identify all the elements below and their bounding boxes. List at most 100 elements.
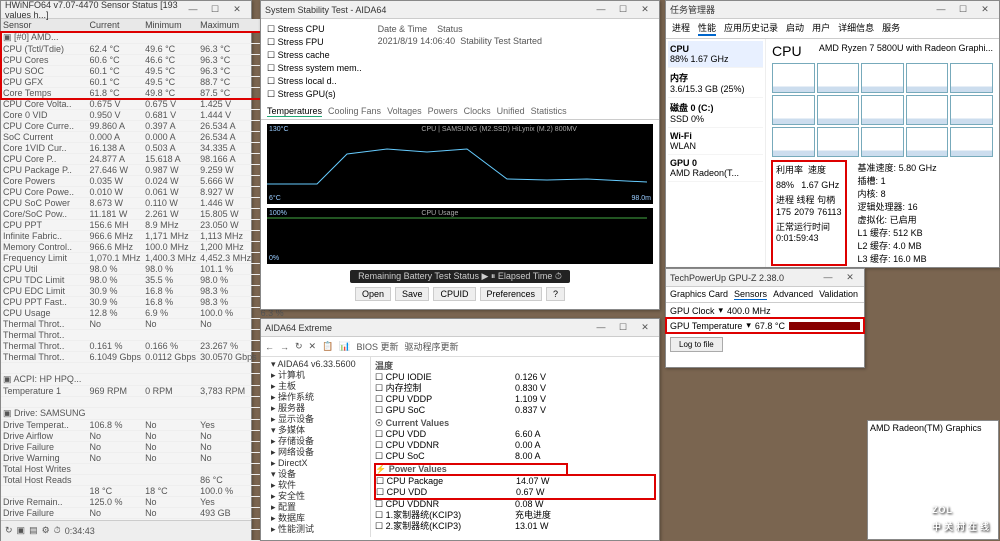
sidebar-item[interactable]: Wi-FiWLAN [668, 128, 763, 155]
max-icon[interactable]: ☐ [205, 4, 225, 15]
min-icon[interactable]: — [818, 272, 838, 283]
tree-item[interactable]: ▾ 多媒体 [263, 425, 368, 436]
list-row: ☐ CPU VDDP1.109 V [375, 394, 655, 405]
sidebar-item[interactable]: GPU 0AMD Radeon(T... [668, 155, 763, 182]
close-icon[interactable]: ✕ [635, 4, 655, 15]
toolbar-button[interactable]: 📊 [339, 341, 350, 352]
tree-item[interactable]: ▾ 设备 [263, 469, 368, 480]
cpu-util: 88% [776, 180, 794, 190]
tab[interactable]: 服务 [882, 21, 900, 36]
close-icon[interactable]: ✕ [635, 322, 655, 333]
min-icon[interactable]: — [591, 4, 611, 15]
temp-bar [789, 322, 860, 330]
tab[interactable]: 启动 [786, 21, 804, 36]
sidebar-item[interactable]: CPU88% 1.67 GHz [668, 41, 763, 68]
gpuz-tabs: Graphics Card Sensors Advanced Validatio… [666, 287, 864, 303]
tree-item[interactable]: ▸ 存储设备 [263, 436, 368, 447]
temp-graph: CPU | SAMSUNG (M2.SSD) HiLynix (M.2) 800… [267, 124, 653, 204]
aida-titlebar[interactable]: AIDA64 Extreme —☐✕ [261, 319, 659, 337]
tab[interactable]: Cooling Fans [328, 106, 381, 117]
tab[interactable]: Clocks [464, 106, 491, 117]
taskmgr-titlebar[interactable]: 任务管理器 —☐✕ [666, 1, 999, 19]
button[interactable]: Preferences [480, 287, 543, 301]
gpuz-window: TechPowerUp GPU-Z 2.38.0 —✕ Graphics Car… [665, 268, 865, 368]
status-bar: Remaining Battery Test Status ▶ ⏸ Elapse… [261, 268, 659, 285]
stress-checkbox[interactable]: Stress system mem.. [267, 62, 362, 74]
stress-checkbox[interactable]: Stress GPU(s) [267, 88, 362, 100]
taskmgr-main: CPU AMD Ryzen 7 5800U with Radeon Graphi… [766, 39, 999, 267]
tab[interactable]: 进程 [672, 21, 690, 36]
aida-tree[interactable]: ▾ AIDA64 v6.33.5600 ▸ 计算机 ▸ 主板 ▸ 操作系统 ▸ … [261, 357, 371, 537]
toolbar-button[interactable]: → [280, 342, 289, 352]
tab[interactable]: Powers [428, 106, 458, 117]
tab[interactable]: 性能 [698, 21, 716, 36]
cpu-core-grid [772, 63, 993, 157]
toolbar-button[interactable]: ← [265, 342, 274, 352]
clock-icon[interactable]: ⏱ [54, 525, 61, 536]
stability-titlebar[interactable]: System Stability Test - AIDA64 —☐✕ [261, 1, 659, 19]
grid-icon[interactable]: ▤ [29, 525, 38, 536]
close-icon[interactable]: ✕ [975, 4, 995, 15]
stress-checkbox[interactable]: Stress local d.. [267, 75, 362, 87]
tree-item[interactable]: ▸ DirectX [263, 458, 368, 469]
max-icon[interactable]: ☐ [613, 4, 633, 15]
gpu-temp-row: GPU Temperature▾ 67.8 °C [666, 318, 864, 333]
tree-item[interactable]: ▸ 软件 [263, 480, 368, 491]
tab[interactable]: 应用历史记录 [724, 21, 778, 36]
tree-item[interactable]: ▸ 数据库 [263, 513, 368, 524]
tab[interactable]: Unified [497, 106, 525, 117]
stability-window: System Stability Test - AIDA64 —☐✕ Stres… [260, 0, 660, 310]
aida-list: 温度 ☐ CPU IODIE0.126 V☐ 内存控制0.830 V☐ CPU … [371, 357, 659, 537]
toolbar-button[interactable]: 驱动程序更新 [405, 340, 459, 353]
list-row: ☐ 内存控制0.830 V [375, 383, 655, 394]
gpuz-titlebar[interactable]: TechPowerUp GPU-Z 2.38.0 —✕ [666, 269, 864, 287]
min-icon[interactable]: — [591, 322, 611, 333]
gear-icon[interactable]: ⚙ [42, 525, 50, 536]
max-icon[interactable]: ☐ [613, 322, 633, 333]
hwinfo-window: HWiNFO64 v7.07-4470 Sensor Status [193 v… [0, 0, 252, 541]
close-icon[interactable]: ✕ [840, 272, 860, 283]
log-button[interactable]: Log to file [670, 337, 723, 352]
sidebar-item[interactable]: 内存3.6/15.3 GB (25%) [668, 68, 763, 98]
hwinfo-titlebar[interactable]: HWiNFO64 v7.07-4470 Sensor Status [193 v… [1, 1, 251, 19]
close-icon[interactable]: ✕ [227, 4, 247, 15]
zol-watermark: ZOL中关村在线 [932, 488, 992, 533]
toolbar-button[interactable]: 📋 [322, 341, 333, 352]
stress-checkbox[interactable]: Stress cache [267, 49, 362, 61]
taskmgr-tabs: 进程性能应用历史记录启动用户详细信息服务 [666, 19, 999, 39]
tab[interactable]: Temperatures [267, 106, 322, 117]
tab[interactable]: 用户 [812, 21, 830, 36]
stress-checkbox[interactable]: Stress FPU [267, 36, 362, 48]
list-row: ☐ CPU Package14.07 W [376, 476, 654, 487]
tree-item[interactable]: ▸ 显示设备 [263, 414, 368, 425]
tree-item[interactable]: ▸ 配置 [263, 502, 368, 513]
tree-item[interactable]: ▸ 安全性 [263, 491, 368, 502]
tree-item[interactable]: ▸ 主板 [263, 381, 368, 392]
tab[interactable]: 详细信息 [838, 21, 874, 36]
button[interactable]: ? [546, 287, 565, 301]
layout-icon[interactable]: ▣ [17, 525, 26, 536]
max-icon[interactable]: ☐ [953, 4, 973, 15]
min-icon[interactable]: — [931, 4, 951, 15]
tree-item[interactable]: ▸ 操作系统 [263, 392, 368, 403]
sidebar-item[interactable]: 磁盘 0 (C:)SSD 0% [668, 98, 763, 128]
tree-item[interactable]: ▸ 性能测试 [263, 524, 368, 535]
tree-item[interactable]: ▸ 网络设备 [263, 447, 368, 458]
hwinfo-title: HWiNFO64 v7.07-4470 Sensor Status [193 v… [5, 0, 183, 20]
tab[interactable]: Voltages [387, 106, 422, 117]
stress-checkbox[interactable]: Stress CPU [267, 23, 362, 35]
taskmgr-window: 任务管理器 —☐✕ 进程性能应用历史记录启动用户详细信息服务 CPU88% 1.… [665, 0, 1000, 268]
min-icon[interactable]: — [183, 4, 203, 15]
button[interactable]: Save [395, 287, 430, 301]
refresh-icon[interactable]: ↻ [5, 525, 13, 536]
toolbar-button[interactable]: BIOS 更新 [357, 340, 399, 353]
toolbar-button[interactable]: ✕ [309, 341, 317, 352]
list-row: ☐ CPU SoC8.00 A [375, 451, 655, 462]
toolbar-button[interactable]: ↻ [295, 341, 303, 352]
tree-item[interactable]: ▸ 计算机 [263, 370, 368, 381]
button[interactable]: CPUID [433, 287, 475, 301]
tab[interactable]: Statistics [531, 106, 567, 117]
tree-item[interactable]: ▸ 服务器 [263, 403, 368, 414]
tree-item[interactable]: ▾ AIDA64 v6.33.5600 [263, 359, 368, 370]
button[interactable]: Open [355, 287, 391, 301]
